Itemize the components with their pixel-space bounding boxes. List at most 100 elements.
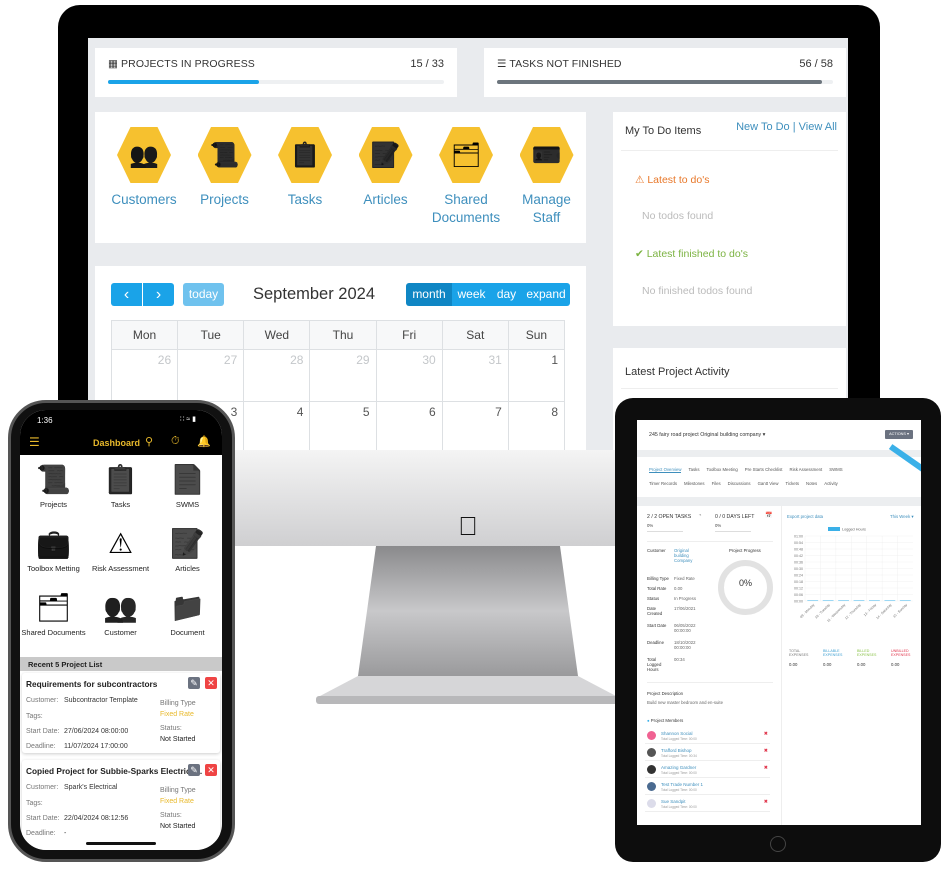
days-left-pct: 0% [715, 523, 722, 528]
tile-projects[interactable]: 📜 Projects [20, 462, 87, 510]
column-divider [781, 506, 782, 825]
tasks-not-finished-card[interactable]: ☰ TASKS NOT FINISHED 56 / 58 [484, 48, 846, 97]
tile-tasks[interactable]: 📋 Tasks [87, 462, 154, 510]
member-row[interactable]: Trafford Bishop Total Logged Time: 00:34 ✖ [645, 746, 770, 761]
calendar-day[interactable]: 31 [441, 349, 509, 402]
tile-toolbox-metting[interactable]: 💼 Toolbox Metting [20, 526, 87, 574]
tab-activity[interactable]: Activity [824, 481, 838, 486]
customers-icon: 👥 [117, 127, 171, 183]
calendar-view-week[interactable]: week [452, 283, 491, 306]
remove-member-icon[interactable]: ✖ [764, 799, 768, 805]
calendar-day[interactable]: 30 [375, 349, 443, 402]
edit-button[interactable]: ✎ [188, 764, 200, 776]
delete-button[interactable]: ✕ [205, 764, 217, 776]
member-name[interactable]: Trafford Bishop [661, 748, 692, 753]
bell-icon[interactable]: 🔔 [197, 435, 211, 448]
expense-label: TOTAL EXPENSES [789, 649, 809, 657]
calendar-day[interactable]: 7 [441, 401, 509, 450]
member-row[interactable]: Amazing Gardner Total Logged Time: 00:00 ✖ [645, 763, 770, 778]
tab-notes[interactable]: Notes [806, 481, 817, 486]
shortcut-manage-staff[interactable]: 🪪 Manage Staff [507, 127, 587, 227]
project-title: Requirements for subcontractors [26, 679, 158, 689]
tile-swms[interactable]: 📄 SWMS [154, 462, 221, 510]
member-row[interactable]: Sue Sandpit Total Logged Time: 00:00 ✖ [645, 797, 770, 812]
tab-timer-records[interactable]: Timer Records [649, 481, 677, 486]
tile-articles[interactable]: 📝 Articles [154, 526, 221, 574]
calendar-day[interactable]: 4 [243, 401, 311, 450]
calendar-day[interactable]: 5 [309, 401, 377, 450]
remove-member-icon[interactable]: ✖ [764, 765, 768, 771]
tab-milestones[interactable]: Milestones [684, 481, 705, 486]
member-name[interactable]: Shannon Social [661, 731, 693, 736]
tile-customer[interactable]: 👥 Customer [87, 590, 154, 638]
menu-icon[interactable]: ☰ [29, 435, 40, 449]
bar [884, 600, 896, 601]
calendar-today-button[interactable]: today [183, 283, 224, 306]
calendar-day[interactable]: 8 [507, 401, 566, 450]
tab-gantt-view[interactable]: Gantt View [758, 481, 779, 486]
legend-label: Logged Hours [842, 528, 866, 532]
export-project-data-link[interactable]: Export project data [787, 514, 823, 519]
calendar-day[interactable]: 28 [243, 349, 311, 402]
shortcut-articles[interactable]: 📝 Articles [346, 127, 426, 209]
member-name[interactable]: Amazing Gardner [661, 765, 696, 770]
shortcut-tasks[interactable]: 📋 Tasks [265, 127, 345, 209]
tab-project-overview[interactable]: Project Overview [649, 467, 682, 473]
project-card[interactable]: Requirements for subcontractors ✎ ✕ Custome… [22, 673, 220, 753]
actions-button[interactable]: ACTIONS ▾ [885, 430, 913, 439]
weekday-header: Sat [441, 320, 509, 350]
calendar-day[interactable]: 1 [507, 349, 566, 402]
billing-type-value: Fixed Rate [160, 798, 194, 805]
tab-swms[interactable]: SWMS [829, 467, 842, 472]
customer-label: Customer: [26, 697, 59, 704]
calendar-next-button[interactable]: › [143, 283, 174, 306]
detail-label: Total Rate [647, 586, 667, 591]
member-row[interactable]: Shannon Social Total Logged Time: 00:00 ✖ [645, 729, 770, 744]
stopwatch-icon[interactable]: ⏱ [171, 435, 180, 448]
view-all-link[interactable]: View All [799, 121, 837, 133]
project-card[interactable]: Copied Project for Subbie-Sparks Electri… [22, 760, 220, 850]
member-name[interactable]: Sue Sandpit [661, 799, 686, 804]
open-tasks-bar [647, 531, 683, 532]
activity-title: Latest Project Activity [625, 366, 730, 378]
tab-tickets[interactable]: Tickets [786, 481, 799, 486]
calendar-day[interactable]: 6 [375, 401, 443, 450]
edit-button[interactable]: ✎ [188, 677, 200, 689]
tab-discussions[interactable]: Discussions [728, 481, 751, 486]
projects-in-progress-card[interactable]: ▦ PROJECTS IN PROGRESS 15 / 33 [95, 48, 457, 97]
calendar-view-month[interactable]: month [406, 283, 452, 306]
calendar-prev-button[interactable]: ‹ [111, 283, 142, 306]
tile-document[interactable]: 📁 Document [154, 590, 221, 638]
tab-files[interactable]: Files [712, 481, 721, 486]
tab-pre-starts-checklist[interactable]: Pre Starts Checklist [745, 467, 783, 472]
search-icon[interactable]: ⚲ [145, 435, 153, 448]
tile-label: SWMS [175, 500, 200, 509]
weekday-header: Tue [177, 320, 245, 350]
logged-hours-chart: Logged Hours 00:00 00:06 00:12 00:18 00:24 00:… [794, 527, 913, 623]
new-todo-link[interactable]: New To Do [736, 121, 790, 133]
range-dropdown[interactable]: This Week ▾ [890, 514, 914, 520]
tab-toolbox-meeting[interactable]: Toolbox Meeting [706, 467, 737, 472]
member-logged-time: Total Logged Time: 00:00 [661, 788, 697, 792]
calendar-day[interactable]: 29 [309, 349, 377, 402]
delete-button[interactable]: ✕ [205, 677, 217, 689]
member-row[interactable]: Test Trade Number 1 Total Logged Time: 00… [645, 780, 770, 795]
shortcut-customers[interactable]: 👥 Customers [104, 127, 184, 209]
tablet-home-button[interactable] [770, 836, 786, 852]
tile-shared-documents[interactable]: 🗂 Shared Documents [20, 590, 87, 638]
project-switch-caret[interactable]: ▾ [763, 432, 766, 438]
remove-member-icon[interactable]: ✖ [764, 731, 768, 737]
member-name[interactable]: Test Trade Number 1 [661, 782, 703, 787]
calendar-day[interactable]: 27 [177, 349, 245, 402]
tab-tasks[interactable]: Tasks [688, 467, 699, 472]
tab-risk-assessment[interactable]: Risk Assessment [790, 467, 823, 472]
shortcut-shared-documents[interactable]: 🗂 Shared Documents [426, 127, 506, 227]
shortcut-projects[interactable]: 📜 Projects [185, 127, 265, 209]
remove-member-icon[interactable]: ✖ [764, 748, 768, 754]
calendar-day[interactable]: 26 [110, 349, 179, 402]
shortcut-label: Shared Documents [431, 192, 501, 225]
detail-label: Total Logged Hours [647, 657, 662, 672]
tile-risk-assessment[interactable]: ⚠ Risk Assessment [87, 526, 154, 574]
calendar-view-day[interactable]: day [491, 283, 522, 306]
calendar-view-expand[interactable]: expand [522, 283, 570, 306]
